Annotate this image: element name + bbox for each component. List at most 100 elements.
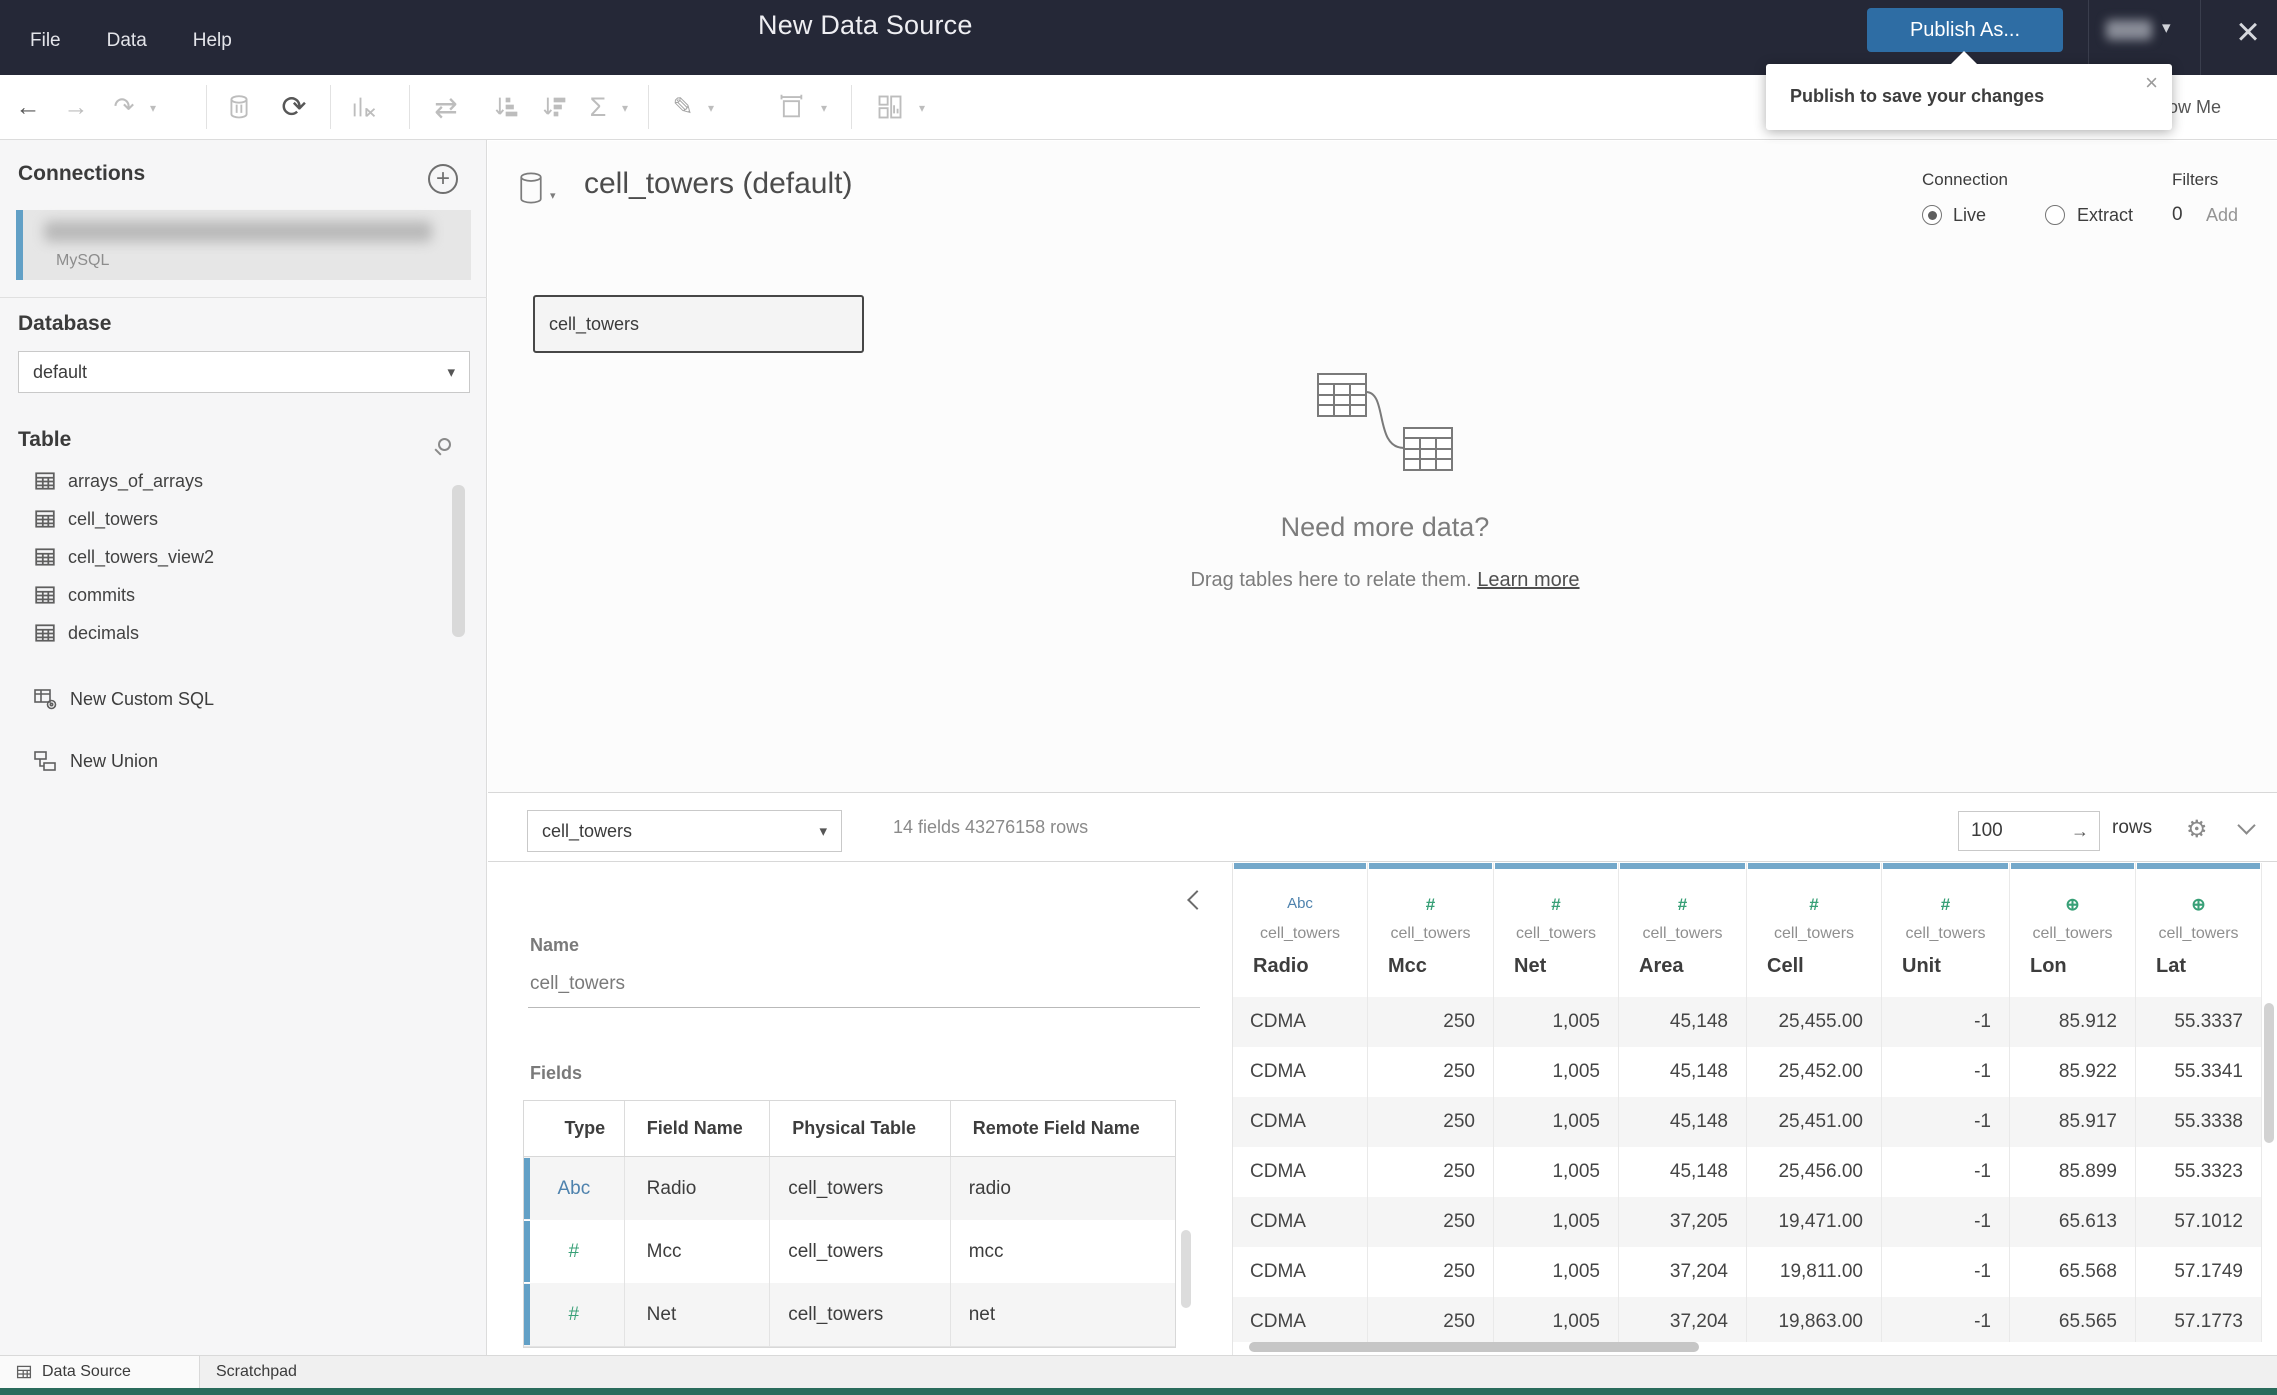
menu-item[interactable]: Data: [107, 30, 147, 52]
connection-item[interactable]: MySQL: [16, 210, 471, 280]
highlight-pen-icon[interactable]: ✎: [659, 75, 707, 139]
column-header[interactable]: Field Name: [625, 1101, 771, 1156]
grid-column-header[interactable]: # cell_towers Area: [1619, 863, 1747, 997]
row-count-input[interactable]: 100 →: [1958, 811, 2100, 851]
column-header[interactable]: Physical Table: [770, 1101, 951, 1156]
search-icon[interactable]: [438, 438, 451, 451]
learn-more-link[interactable]: Learn more: [1477, 569, 1579, 591]
grid-column-header[interactable]: # cell_towers Cell: [1747, 863, 1882, 997]
column-field-label[interactable]: Unit: [1902, 955, 1941, 978]
refresh-icon[interactable]: ⟳: [268, 75, 320, 139]
field-type-icon[interactable]: Abc: [557, 1178, 590, 1200]
clear-sheet-icon[interactable]: [338, 75, 390, 139]
grid-vertical-scrollbar-thumb[interactable]: [2264, 1003, 2274, 1143]
field-type-icon[interactable]: #: [1368, 895, 1493, 915]
column-field-label[interactable]: Cell: [1767, 955, 1804, 978]
undo-icon[interactable]: ←: [8, 75, 48, 139]
grid-row[interactable]: CDMA 250 1,005 37,205 19,471.00 -1 65.61…: [1233, 1197, 2262, 1247]
collapse-pane-icon[interactable]: [1187, 890, 1207, 910]
field-type-icon[interactable]: #: [1494, 895, 1618, 915]
live-radio[interactable]: [1922, 205, 1942, 225]
replay-icon[interactable]: ↷: [104, 75, 144, 139]
column-field-label[interactable]: Mcc: [1388, 955, 1427, 978]
column-header[interactable]: Remote Field Name: [951, 1101, 1175, 1156]
chevron-down-icon[interactable]: ▾: [708, 101, 714, 115]
column-field-label[interactable]: Area: [1639, 955, 1683, 978]
field-type-icon[interactable]: Abc: [1233, 895, 1367, 912]
redo-icon[interactable]: →: [56, 75, 96, 139]
field-type-icon[interactable]: #: [1882, 895, 2009, 915]
column-field-label[interactable]: Radio: [1253, 955, 1309, 978]
name-input[interactable]: cell_towers: [530, 973, 625, 995]
publish-as-button[interactable]: Publish As...: [1867, 8, 2063, 52]
gear-icon[interactable]: ⚙: [2186, 815, 2208, 844]
field-type-icon[interactable]: #: [569, 1304, 580, 1326]
tab-scratchpad[interactable]: Scratchpad: [216, 1356, 366, 1388]
field-name-cell[interactable]: Mcc: [625, 1220, 771, 1283]
chevron-down-icon[interactable]: ▾: [622, 101, 628, 115]
grid-column-header[interactable]: ⊕ cell_towers Lon: [2010, 863, 2136, 997]
totals-icon[interactable]: Σ: [576, 75, 620, 139]
menu-item[interactable]: File: [30, 30, 61, 52]
field-type-icon[interactable]: #: [1619, 895, 1746, 915]
grid-row[interactable]: CDMA 250 1,005 45,148 25,451.00 -1 85.91…: [1233, 1097, 2262, 1147]
close-icon[interactable]: ×: [2145, 70, 2158, 96]
field-type-icon[interactable]: ⊕: [2010, 895, 2135, 915]
fit-icon[interactable]: [766, 75, 818, 139]
user-menu[interactable]: ▾: [2100, 12, 2188, 52]
column-field-label[interactable]: Lon: [2030, 955, 2067, 978]
field-name-cell[interactable]: Net: [625, 1283, 771, 1346]
grid-horizontal-scrollbar-thumb[interactable]: [1249, 1342, 1699, 1352]
extract-radio-label[interactable]: Extract: [2077, 205, 2133, 226]
logical-table-cell-towers[interactable]: cell_towers: [533, 295, 864, 353]
table-list-item[interactable]: decimals: [0, 614, 470, 652]
grid-column-header[interactable]: Abc cell_towers Radio: [1233, 863, 1368, 997]
field-type-icon[interactable]: ⊕: [2136, 895, 2261, 915]
field-row[interactable]: # Mcc cell_towers mcc: [524, 1220, 1175, 1283]
datasource-cylinder-icon[interactable]: [518, 171, 544, 205]
database-select[interactable]: default ▾: [18, 351, 470, 393]
grid-column-header[interactable]: # cell_towers Net: [1494, 863, 1619, 997]
table-list-item[interactable]: cell_towers_view2: [0, 538, 470, 576]
field-type-icon[interactable]: #: [1747, 895, 1881, 915]
grid-column-header[interactable]: ⊕ cell_towers Lat: [2136, 863, 2262, 997]
tab-data-source[interactable]: Data Source: [0, 1356, 200, 1388]
live-radio-label[interactable]: Live: [1953, 205, 1986, 226]
chevron-down-icon[interactable]: [2237, 816, 2256, 835]
close-icon[interactable]: ×: [2224, 4, 2272, 60]
grid-column-header[interactable]: # cell_towers Mcc: [1368, 863, 1494, 997]
grid-row[interactable]: CDMA 250 1,005 45,148 25,456.00 -1 85.89…: [1233, 1147, 2262, 1197]
filters-add-link[interactable]: Add: [2206, 205, 2238, 226]
show-me-grid-icon[interactable]: [862, 75, 918, 139]
chevron-down-icon[interactable]: ▾: [150, 101, 156, 115]
table-select[interactable]: cell_towers ▾: [527, 810, 842, 852]
grid-row[interactable]: CDMA 250 1,005 37,204 19,863.00 -1 65.56…: [1233, 1297, 2262, 1342]
pause-auto-updates-icon[interactable]: [213, 75, 265, 139]
grid-column-header[interactable]: # cell_towers Unit: [1882, 863, 2010, 997]
field-type-icon[interactable]: #: [569, 1241, 580, 1263]
column-field-label[interactable]: Net: [1514, 955, 1546, 978]
chevron-down-icon[interactable]: ▾: [550, 189, 556, 202]
table-list-item[interactable]: arrays_of_arrays: [0, 462, 470, 500]
apply-row-count-icon[interactable]: →: [2071, 821, 2089, 842]
sidebar-scrollbar-thumb[interactable]: [452, 485, 465, 637]
new-custom-sql[interactable]: New Custom SQL: [0, 680, 214, 718]
grid-row[interactable]: CDMA 250 1,005 45,148 25,452.00 -1 85.92…: [1233, 1047, 2262, 1097]
field-row[interactable]: # Net cell_towers net: [524, 1283, 1175, 1346]
table-list-item[interactable]: commits: [0, 576, 470, 614]
field-row[interactable]: Abc Radio cell_towers radio: [524, 1157, 1175, 1220]
new-union[interactable]: New Union: [0, 742, 158, 780]
chevron-down-icon[interactable]: ▾: [821, 101, 827, 115]
chevron-down-icon[interactable]: ▾: [919, 101, 925, 115]
swap-rows-columns-icon[interactable]: ⇄: [418, 75, 474, 139]
add-connection-icon[interactable]: +: [428, 164, 458, 194]
column-header[interactable]: Type: [524, 1101, 625, 1156]
field-name-cell[interactable]: Radio: [625, 1157, 771, 1220]
fields-scrollbar-thumb[interactable]: [1181, 1230, 1191, 1308]
grid-row[interactable]: CDMA 250 1,005 45,148 25,455.00 -1 85.91…: [1233, 997, 2262, 1047]
menu-item[interactable]: Help: [193, 30, 232, 52]
column-field-label[interactable]: Lat: [2156, 955, 2186, 978]
grid-row[interactable]: CDMA 250 1,005 37,204 19,811.00 -1 65.56…: [1233, 1247, 2262, 1297]
table-list-item[interactable]: cell_towers: [0, 500, 470, 538]
extract-radio[interactable]: [2045, 205, 2065, 225]
